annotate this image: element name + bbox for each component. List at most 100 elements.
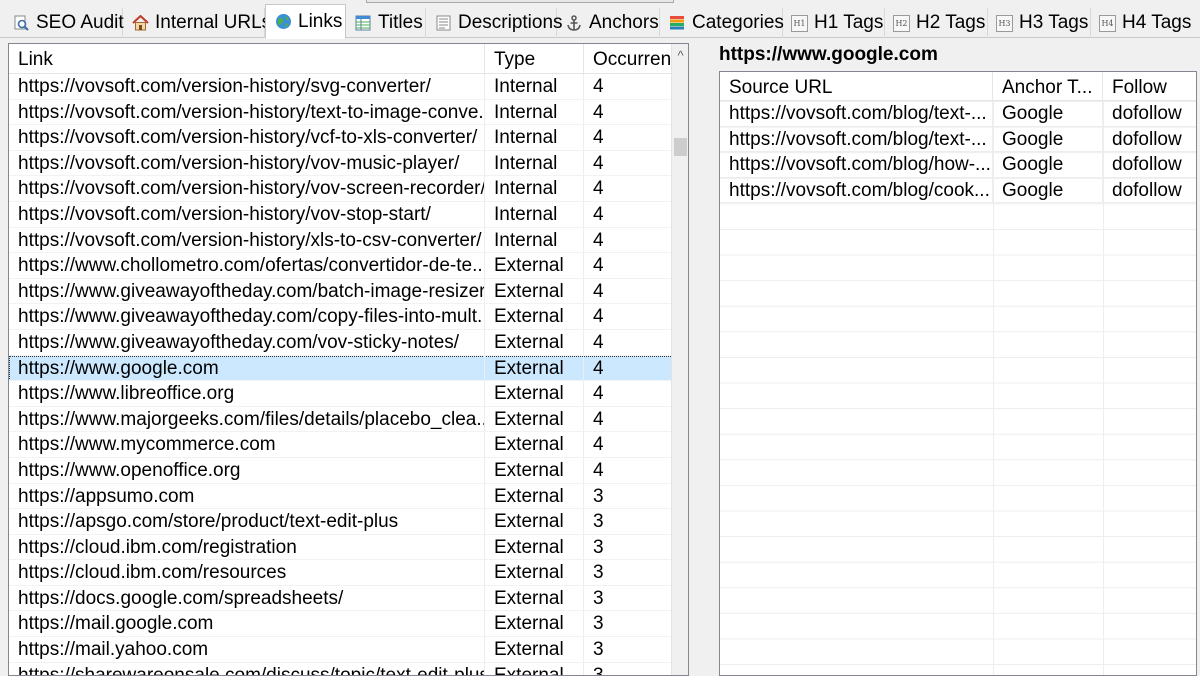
type-cell: External [485, 483, 584, 510]
link-cell: https://www.libreoffice.org [9, 381, 485, 407]
column-header-link[interactable]: Link [9, 44, 485, 74]
link-cell: https://appsumo.com [9, 483, 485, 510]
table-row[interactable]: https://www.giveawayoftheday.com/copy-fi… [9, 304, 685, 330]
tab-bar-top-edge [366, 0, 674, 3]
tab-seo-audit[interactable]: SEO Audit [4, 8, 124, 38]
column-header-follow[interactable]: Follow [1103, 72, 1196, 101]
tab-anchors[interactable]: Anchors [557, 8, 660, 38]
table-row[interactable]: https://www.google.com External 4 [9, 355, 685, 382]
table-row[interactable]: https://mail.yahoo.com External 3 [9, 637, 685, 663]
link-cell: https://vovsoft.com/version-history/vov-… [9, 150, 485, 177]
h4-icon: H4 [1099, 14, 1116, 32]
occurrence-cell: 4 [584, 74, 685, 100]
tab-links[interactable]: Links [265, 4, 346, 39]
table-row[interactable]: https://vovsoft.com/blog/cook... Google do… [720, 177, 1196, 204]
tab-titles[interactable]: Titles [346, 8, 426, 38]
link-cell: https://vovsoft.com/version-history/text… [9, 99, 485, 126]
type-cell: Internal [485, 176, 584, 202]
type-cell: External [485, 329, 584, 356]
anchor-text-cell: Google [993, 152, 1103, 178]
table-row[interactable]: https://www.giveawayoftheday.com/vov-sti… [9, 329, 685, 356]
occurrence-cell: 4 [584, 176, 685, 202]
table-row[interactable]: https://sharewareonsale.com/discuss/topi… [9, 662, 685, 675]
source-table[interactable]: Source URL Anchor T... Follow https://vo… [719, 71, 1197, 676]
tab-h1-tags[interactable]: H1 H1 Tags [783, 8, 885, 38]
anchor-text-cell: Google [993, 126, 1103, 153]
table-row[interactable]: https://vovsoft.com/blog/text-... Google d… [720, 101, 1196, 127]
occurrence-cell: 3 [584, 484, 685, 510]
source-url-cell: https://vovsoft.com/blog/text-... [720, 101, 993, 127]
tab-label: H2 Tags [916, 12, 986, 33]
column-header-occurrence[interactable]: Occurrence [584, 44, 685, 74]
table-row[interactable]: https://vovsoft.com/version-history/svg-… [9, 74, 685, 100]
table-row[interactable]: https://www.mycommerce.com External 4 [9, 432, 685, 458]
scrollbar-thumb[interactable] [674, 138, 687, 156]
occurrence-cell: 4 [584, 356, 685, 382]
column-header-type[interactable]: Type [485, 44, 584, 74]
tab-h2-tags[interactable]: H2 H2 Tags [885, 8, 988, 38]
column-header-anchor-text[interactable]: Anchor T... [993, 72, 1103, 101]
magnifier-icon [12, 14, 30, 32]
link-cell: https://www.giveawayoftheday.com/copy-fi… [9, 304, 485, 330]
occurrence-cell: 3 [584, 663, 685, 675]
source-url-cell: https://vovsoft.com/blog/cook... [720, 177, 993, 204]
scroll-up-arrow-icon[interactable]: ^ [672, 46, 688, 66]
occurrence-cell: 3 [584, 535, 685, 561]
source-url-cell: https://vovsoft.com/blog/how-... [720, 152, 993, 178]
type-cell: External [485, 253, 584, 279]
type-cell: External [485, 406, 584, 433]
link-cell: https://www.mycommerce.com [9, 432, 485, 458]
table-row[interactable]: https://www.openoffice.org External 4 [9, 457, 685, 484]
document-icon [434, 14, 452, 32]
link-cell: https://vovsoft.com/version-history/xls-… [9, 227, 485, 254]
tab-h3-tags[interactable]: H3 H3 Tags [988, 8, 1091, 38]
globe-icon [274, 13, 292, 31]
table-row[interactable]: https://vovsoft.com/blog/text-... Google d… [720, 126, 1196, 153]
occurrence-cell: 3 [584, 637, 685, 663]
link-cell: https://www.openoffice.org [9, 457, 485, 484]
table-row[interactable]: https://vovsoft.com/version-history/vov-… [9, 201, 685, 228]
table-row[interactable]: https://www.majorgeeks.com/files/details… [9, 406, 685, 433]
type-cell: External [485, 432, 584, 458]
table-row[interactable]: https://appsumo.com External 3 [9, 483, 685, 510]
occurrence-cell: 4 [584, 330, 685, 356]
table-row[interactable]: https://vovsoft.com/version-history/vov-… [9, 176, 685, 202]
tab-categories[interactable]: Categories [660, 8, 784, 38]
tab-h4-tags[interactable]: H4 H4 Tags [1091, 8, 1200, 38]
tab-label: H4 Tags [1122, 12, 1192, 33]
type-cell: External [485, 534, 584, 561]
column-header-source-url[interactable]: Source URL [720, 72, 993, 101]
table-row[interactable]: https://mail.google.com External 3 [9, 611, 685, 638]
table-row[interactable]: https://vovsoft.com/version-history/text… [9, 99, 685, 126]
type-cell: External [485, 585, 584, 612]
link-cell: https://www.google.com [9, 355, 485, 382]
links-table[interactable]: Link Type Occurrence https://vovsoft.com… [8, 43, 689, 676]
table-row[interactable]: https://apsgo.com/store/product/text-edi… [9, 509, 685, 535]
table-row[interactable]: https://vovsoft.com/version-history/vov-… [9, 150, 685, 177]
table-row[interactable]: https://vovsoft.com/blog/how-... Google do… [720, 152, 1196, 178]
table-row[interactable]: https://www.giveawayoftheday.com/batch-i… [9, 278, 685, 305]
vertical-scrollbar[interactable]: ^ [671, 44, 688, 675]
table-row[interactable]: https://vovsoft.com/version-history/xls-… [9, 227, 685, 254]
type-cell: External [485, 611, 584, 638]
table-row[interactable]: https://cloud.ibm.com/registration Extern… [9, 534, 685, 561]
tab-label: Titles [378, 12, 423, 33]
anchor-icon [565, 14, 583, 32]
table-row[interactable]: https://docs.google.com/spreadsheets/Ext… [9, 585, 685, 612]
occurrence-cell: 3 [584, 509, 685, 535]
table-row[interactable]: https://www.libreoffice.org External 4 [9, 381, 685, 407]
h2-icon: H2 [893, 14, 910, 32]
occurrence-cell: 4 [584, 304, 685, 330]
occurrence-cell: 4 [584, 458, 685, 484]
table-row[interactable]: https://vovsoft.com/version-history/vcf-… [9, 125, 685, 151]
table-row[interactable]: https://cloud.ibm.com/resources External 3 [9, 560, 685, 586]
type-cell: External [485, 304, 584, 330]
tab-descriptions[interactable]: Descriptions [426, 8, 563, 38]
type-cell: External [485, 662, 584, 675]
home-icon [131, 14, 149, 32]
h1-icon: H1 [791, 14, 808, 32]
tab-internal-urls[interactable]: Internal URLs [123, 8, 271, 38]
follow-cell: dofollow [1103, 101, 1196, 127]
table-row[interactable]: https://www.chollometro.com/ofertas/conv… [9, 253, 685, 279]
tab-label: Links [298, 10, 343, 32]
